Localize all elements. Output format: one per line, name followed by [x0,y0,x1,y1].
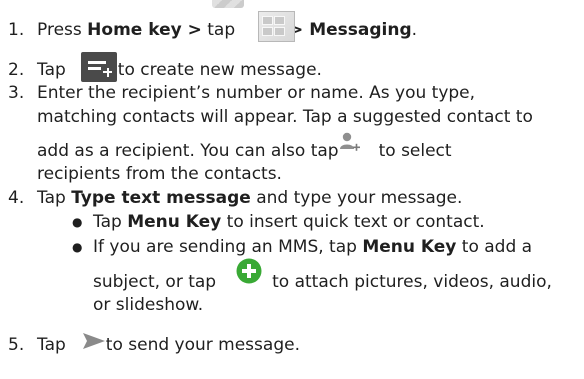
bullet-1: Tap Menu Key to insert quick text or con… [93,210,485,234]
bullet-dot: ● [72,215,83,229]
bullet-2-line-1: If you are sending an MMS, tap Menu Key … [93,235,532,259]
step-3-line-1: Enter the recipient’s number or name. As… [37,83,476,103]
bullet-2-menu-key: Menu Key [362,237,457,257]
step-5-tap: Tap [37,335,66,355]
bullet-2-subject-text: subject, or tap [93,272,217,292]
step-1-text-b: tap [201,20,236,40]
step-3-line-3: add as a recipient. You can also tap to s… [37,139,452,163]
bullet-1-text-a: Tap [93,212,128,232]
bullet-1-menu-key: Menu Key [127,212,222,232]
step-1-home-key: Home key > [87,20,202,40]
step-5-text: to send your message. [105,335,300,355]
step-4-type-text-message: Type text message [71,188,251,208]
compose-message-icon [81,52,117,82]
step-4: 4. Tap Type text message and type your me… [8,186,580,210]
step-1-text-c: . [411,20,418,40]
step-number: 4. [8,188,25,208]
bullet-1-text-b: to insert quick text or contact. [221,212,485,232]
step-number: 3. [8,83,25,103]
bullet-dot: ● [72,240,83,254]
step-3-line-4: recipients from the contacts. [37,164,282,184]
send-arrow-icon [83,333,105,349]
apps-launcher-icon [258,11,295,42]
step-3: 3. Enter the recipient’s number or name. … [8,81,580,105]
step-2-tap: Tap [37,60,66,80]
bullet-2-attach-text: to attach pictures, videos, audio, [272,272,552,292]
add-contact-icon [340,132,360,151]
step-3-line-2: matching contacts will appear. Tap a sug… [37,107,533,127]
step-number: 1. [8,20,25,40]
bullet-2-text-b: to add a [456,237,533,257]
step-4-text-b: and type your message. [250,188,463,208]
step-1-messaging: > Messaging [283,20,412,40]
bullet-2-line-2: subject, or tap to attach pictures, video… [93,270,552,294]
page-top-strip [212,0,244,8]
step-1-text-a: Press [37,20,88,40]
green-plus-attach-icon [236,258,262,284]
step-number: 2. [8,60,25,80]
step-3-line-3-a: add as a recipient. You can also tap [37,141,339,161]
step-4-text-a: Tap [37,188,72,208]
step-3-line-3-b: to select [378,141,452,161]
step-number: 5. [8,335,25,355]
bullet-2-line-3: or slideshow. [93,295,204,315]
step-2-text: to create new message. [117,60,322,80]
bullet-2-text-a: If you are sending an MMS, tap [93,237,363,257]
